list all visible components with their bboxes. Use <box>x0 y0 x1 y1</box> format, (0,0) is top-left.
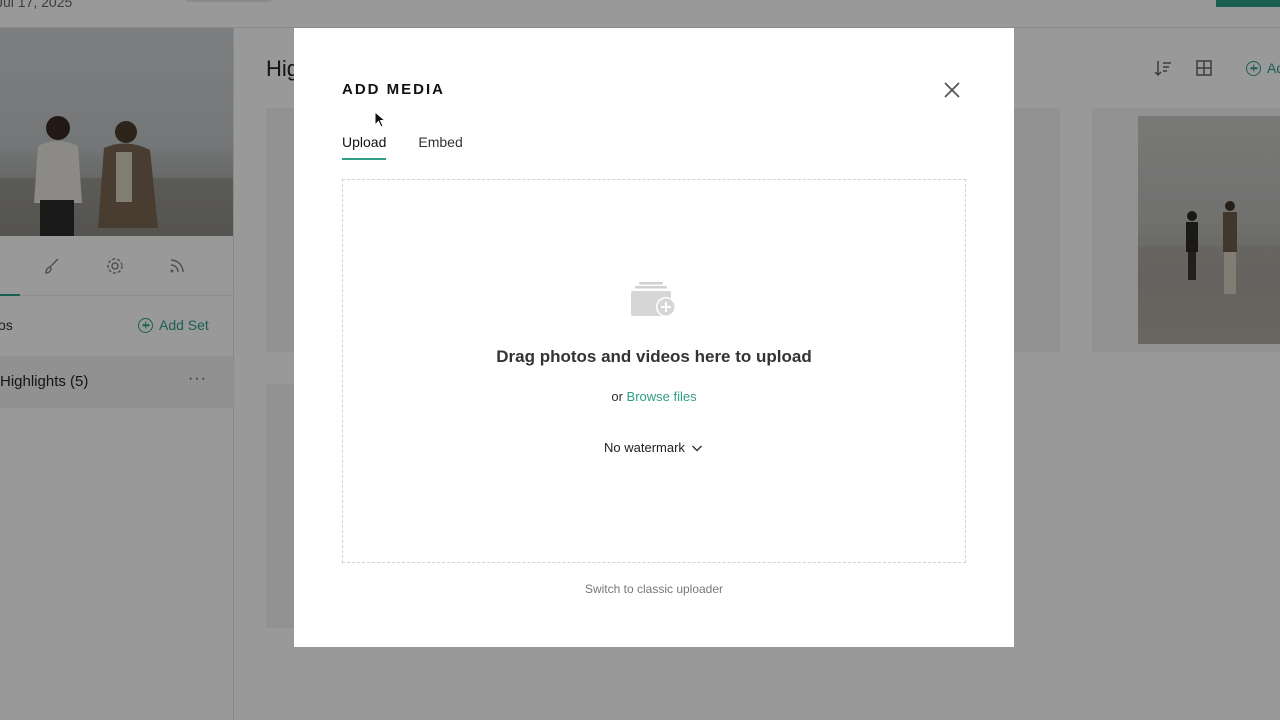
dropzone-heading: Drag photos and videos here to upload <box>496 347 812 366</box>
browse-files-link[interactable]: Browse files <box>627 389 697 404</box>
dialog-tabs: Upload Embed <box>342 134 463 160</box>
or-text: or <box>611 389 623 404</box>
dropzone-browse-line: or Browse files <box>343 389 965 404</box>
dialog-title: ADD MEDIA <box>342 81 445 98</box>
media-stack-add-icon <box>631 282 676 317</box>
close-icon[interactable] <box>942 80 962 100</box>
switch-classic-uploader-link[interactable]: Switch to classic uploader <box>294 582 1014 596</box>
chevron-down-icon <box>691 445 702 451</box>
add-media-dialog: ADD MEDIA Upload Embed Drag photos and v… <box>294 28 1014 647</box>
watermark-select[interactable]: No watermark <box>604 440 703 455</box>
tab-embed[interactable]: Embed <box>418 134 462 160</box>
mouse-cursor-icon <box>374 111 386 128</box>
upload-dropzone[interactable]: Drag photos and videos here to upload or… <box>342 179 966 563</box>
tab-upload[interactable]: Upload <box>342 134 387 160</box>
watermark-label: No watermark <box>604 440 685 455</box>
